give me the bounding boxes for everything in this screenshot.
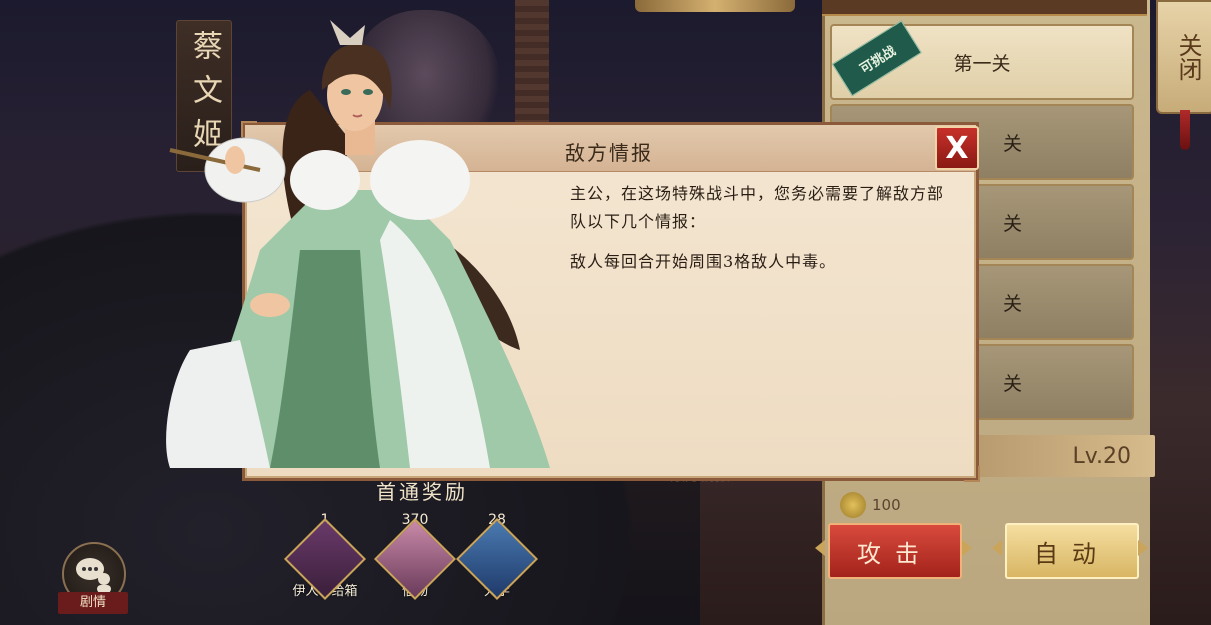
close-icon: X	[945, 130, 969, 166]
attack-button[interactable]: 攻击	[828, 523, 962, 579]
cost-row: 100	[840, 490, 901, 520]
stage-list-header	[822, 0, 1147, 16]
intel-paragraph: 主公，在这场特殊战斗中，您务必需要了解敌方部队以下几个情报：	[570, 184, 945, 231]
level-text: Lv.20	[1072, 443, 1131, 469]
close-button[interactable]: X	[935, 126, 979, 170]
reward-item[interactable]: 370 信物	[373, 512, 457, 601]
stage-item-label: 关	[1002, 212, 1022, 235]
intel-paragraph: 敌人每回合开始周围3格敌人中毒。	[570, 252, 837, 271]
cost-value: 100	[872, 496, 901, 514]
auto-button[interactable]: 自动	[1005, 523, 1139, 579]
level-bar: Lv.20	[970, 435, 1155, 477]
dialog-title: 敌方情报	[565, 141, 653, 165]
right-arrow-icon	[962, 540, 972, 556]
top-ornament	[635, 0, 795, 12]
dialog-body: 主公，在这场特殊战斗中，您务必需要了解敌方部队以下几个情报： 敌人每回合开始周围…	[570, 180, 950, 288]
corner-ornament	[964, 466, 980, 482]
reward-item[interactable]: 28 大学	[455, 512, 539, 601]
reward-item[interactable]: 1 伊人补给箱	[283, 512, 367, 601]
stage-item-label: 关	[1002, 292, 1022, 315]
stage-item-label: 第一关	[953, 52, 1011, 75]
left-arrow-icon	[815, 540, 825, 556]
left-arrow-icon	[992, 540, 1002, 556]
close-scroll-button[interactable]: 关闭	[1156, 0, 1211, 114]
story-label: 剧情	[58, 592, 128, 614]
tassel-ornament	[1180, 110, 1190, 150]
advisor-character-illustration	[166, 20, 550, 468]
stage-item-label: 关	[1002, 372, 1022, 395]
stamina-icon	[840, 492, 866, 518]
right-arrow-icon	[1138, 540, 1148, 556]
stage-item-label: 关	[1002, 132, 1022, 155]
